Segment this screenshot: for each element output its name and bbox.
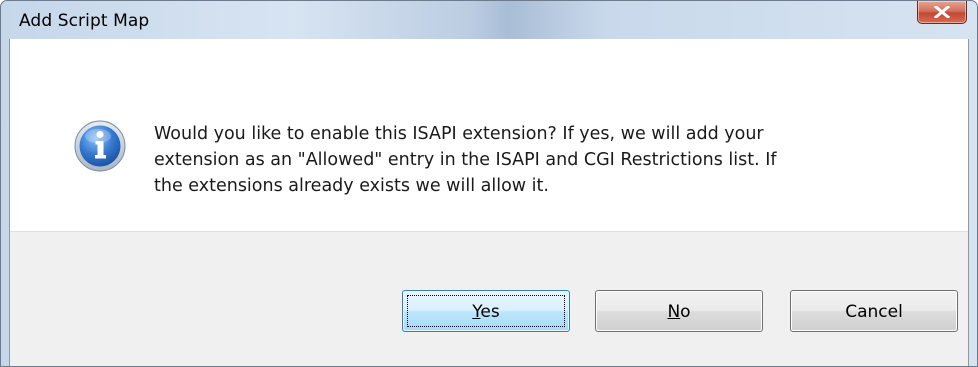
close-x-icon (934, 6, 950, 18)
no-mnemonic: N (667, 302, 681, 322)
window-title: Add Script Map (19, 11, 150, 31)
information-icon (74, 120, 126, 172)
message-line: extension as an "Allowed" entry in the I… (154, 150, 777, 170)
title-bar[interactable]: Add Script Map (1, 1, 977, 39)
focus-ring (407, 295, 565, 327)
cancel-button[interactable]: Cancel (790, 290, 958, 332)
message-line: the extensions already exists we will al… (154, 176, 549, 196)
message-text: Would you like to enable this ISAPI exte… (154, 121, 934, 199)
message-area: Would you like to enable this ISAPI exte… (10, 39, 968, 231)
cancel-label: Cancel (845, 302, 903, 322)
no-label-rest: o (680, 302, 691, 322)
dialog-body: Would you like to enable this ISAPI exte… (9, 39, 969, 366)
dialog-window: Add Script Map Would you like to enable … (0, 0, 978, 367)
close-button[interactable] (917, 1, 967, 24)
yes-button[interactable]: Yes (402, 290, 570, 332)
button-bar: Yes No Cancel (10, 231, 968, 366)
no-button[interactable]: No (595, 290, 763, 332)
message-line: Would you like to enable this ISAPI exte… (154, 124, 764, 144)
